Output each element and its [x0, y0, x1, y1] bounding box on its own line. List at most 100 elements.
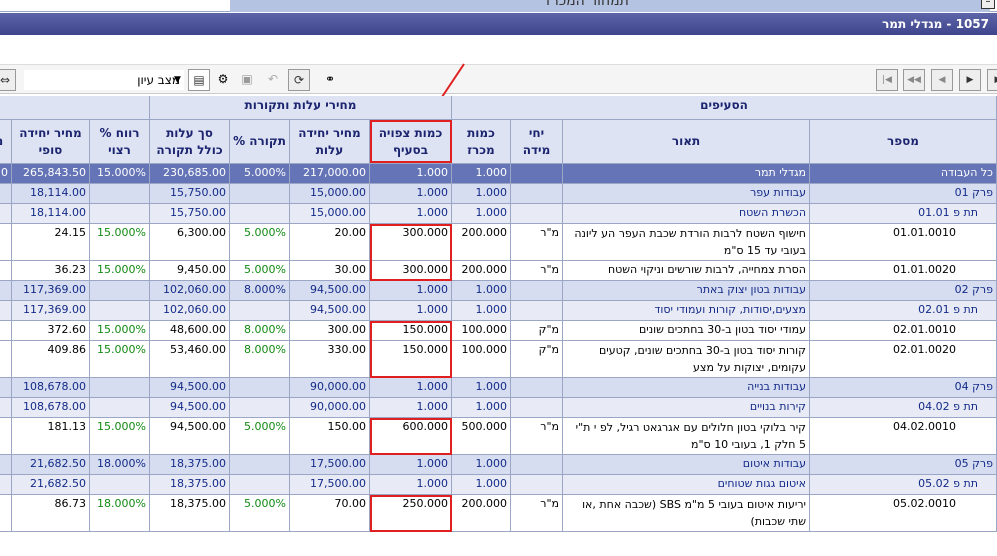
table-cell-edge — [0, 398, 12, 418]
table-cell-tqty: 200.000 — [452, 495, 511, 532]
header-group-sections: הסעיפים — [452, 96, 997, 120]
header-spacer — [0, 35, 997, 65]
column-header-final-price: מחיר יחידה סופי — [12, 120, 90, 164]
table-cell-final: 181.13 — [12, 418, 90, 455]
table-cell-final: 86.73 — [12, 495, 90, 532]
table-cell-eqty: 1.000 — [370, 204, 452, 224]
table-cell-ucost: 15,000.00 — [290, 204, 370, 224]
window-caption: תמחור המכרז — [230, 0, 990, 12]
expand-icon[interactable]: ⇔ — [0, 69, 16, 91]
table-cell-ovh — [230, 301, 290, 321]
table-cell-ucost: 150.00 — [290, 418, 370, 455]
table-cell-ucost: 15,000.00 — [290, 184, 370, 204]
table-cell-tqty: 1.000 — [452, 281, 511, 301]
table-cell-desc: קירות בנויים — [563, 398, 810, 418]
table-cell-ovh — [230, 378, 290, 398]
table-cell-edge: 10 — [0, 164, 12, 184]
prev-record-icon[interactable]: ◀ — [931, 69, 953, 91]
table-cell-profit: 15.000% — [90, 224, 150, 261]
document-icon[interactable]: ▤ — [188, 69, 210, 91]
highlight-box — [370, 495, 452, 532]
project-header: 1057 - מגדלי תמר — [0, 13, 997, 35]
table-cell-profit: 18.000% — [90, 495, 150, 532]
minimize-button[interactable]: – — [981, 0, 995, 9]
view-mode-select[interactable]: מצב עיון ▼ — [24, 70, 184, 90]
table-cell-final: 117,369.00 — [12, 281, 90, 301]
table-cell-final: 21,682.50 — [12, 455, 90, 475]
table-cell-num: 02.01.0020 — [810, 341, 997, 378]
table-cell-tqty: 100.000 — [452, 321, 511, 341]
table-cell-final: 18,114.00 — [12, 184, 90, 204]
table-cell-ovh: 8.000% — [230, 281, 290, 301]
table-cell-eqty: 1.000 — [370, 301, 452, 321]
table-cell-total: 48,600.00 — [150, 321, 230, 341]
table-cell-total: 15,750.00 — [150, 204, 230, 224]
refresh-icon[interactable]: ⟳ — [288, 69, 310, 91]
table-cell-unit — [511, 184, 563, 204]
next-record-icon[interactable]: ▶ — [959, 69, 981, 91]
table-cell-unit — [511, 378, 563, 398]
table-cell-num: תת פ 01.01 — [810, 204, 997, 224]
table-cell-profit: 15.000% — [90, 341, 150, 378]
table-cell-profit: 15.000% — [90, 164, 150, 184]
table-cell-desc: יריעות איטום בעובי 5 מ"מ SBS (שכבה אחת ,… — [563, 495, 810, 532]
prev-page-icon[interactable]: ◀◀ — [903, 69, 925, 91]
window-top: תמחור המכרז – — [0, 0, 997, 12]
table-cell-desc: עבודות עפר — [563, 184, 810, 204]
table-cell-desc: עבודות איטום — [563, 455, 810, 475]
table-cell-ovh — [230, 455, 290, 475]
highlight-box-header — [370, 120, 452, 163]
table-cell-unit: מ"ק — [511, 321, 563, 341]
table-cell-desc: קיר בלוקי בטון חלולים עם אגרגאט רגיל, לפ… — [563, 418, 810, 455]
table-cell-unit: מ"ר — [511, 495, 563, 532]
table-cell-ucost: 217,000.00 — [290, 164, 370, 184]
table-cell-unit — [511, 398, 563, 418]
table-cell-ovh: 5.000% — [230, 495, 290, 532]
first-record-icon[interactable]: |◀ — [876, 69, 898, 91]
table-cell-total: 18,375.00 — [150, 495, 230, 532]
table-cell-ucost: 17,500.00 — [290, 475, 370, 495]
undo-icon[interactable]: ↶ — [264, 70, 282, 88]
table-cell-num: תת פ 05.02 — [810, 475, 997, 495]
app-title: תמחור המכרז — [546, 0, 629, 9]
table-cell-final: 372.60 — [12, 321, 90, 341]
header-group-edge — [0, 96, 150, 120]
last-record-icon[interactable]: ▶ — [987, 69, 997, 91]
table-cell-unit: מ"ר — [511, 224, 563, 261]
highlight-box — [370, 224, 452, 281]
table-cell-ucost: 94,500.00 — [290, 301, 370, 321]
table-cell-ovh — [230, 398, 290, 418]
table-cell-unit: מ"ר — [511, 261, 563, 281]
table-cell-desc: הכשרת השטח — [563, 204, 810, 224]
table-cell-ucost: 70.00 — [290, 495, 370, 532]
table-cell-edge — [0, 204, 12, 224]
table-cell-tqty: 200.000 — [452, 224, 511, 261]
table-cell-edge — [0, 418, 12, 455]
column-header-description: תאור — [563, 120, 810, 164]
table-cell-final: 108,678.00 — [12, 398, 90, 418]
table-cell-ucost: 300.00 — [290, 321, 370, 341]
table-cell-profit: 15.000% — [90, 261, 150, 281]
table-cell-total: 230,685.00 — [150, 164, 230, 184]
column-header-edge: נ — [0, 120, 12, 164]
table-cell-edge — [0, 341, 12, 378]
header-group-costs: מחירי עלות ותקורות — [150, 96, 452, 120]
table-cell-num: 02.01.0010 — [810, 321, 997, 341]
table-cell-ucost: 30.00 — [290, 261, 370, 281]
chevron-down-icon: ▼ — [174, 75, 181, 85]
table-cell-tqty: 1.000 — [452, 301, 511, 321]
table-cell-eqty: 1.000 — [370, 475, 452, 495]
table-cell-total: 94,500.00 — [150, 378, 230, 398]
table-cell-desc: מגדלי תמר — [563, 164, 810, 184]
save-icon[interactable]: ▣ — [238, 70, 256, 88]
report-icon[interactable]: ⚙ — [214, 70, 232, 88]
table-cell-edge — [0, 224, 12, 261]
table-cell-ovh: 5.000% — [230, 224, 290, 261]
table-cell-unit — [511, 475, 563, 495]
table-cell-unit — [511, 301, 563, 321]
toolbar: ⇔ מצב עיון ▼ ▤ ⚙ ▣ ↶ ⟳ ⚭ |◀ ◀◀ ◀ ▶ ▶ — [0, 64, 997, 94]
binoculars-icon[interactable]: ⚭ — [321, 70, 339, 88]
table-cell-desc: הסרת צמחייה, לרבות שורשים וניקוי השטח — [563, 261, 810, 281]
table-cell-desc: איטום גגות שטוחים — [563, 475, 810, 495]
table-cell-final: 108,678.00 — [12, 378, 90, 398]
